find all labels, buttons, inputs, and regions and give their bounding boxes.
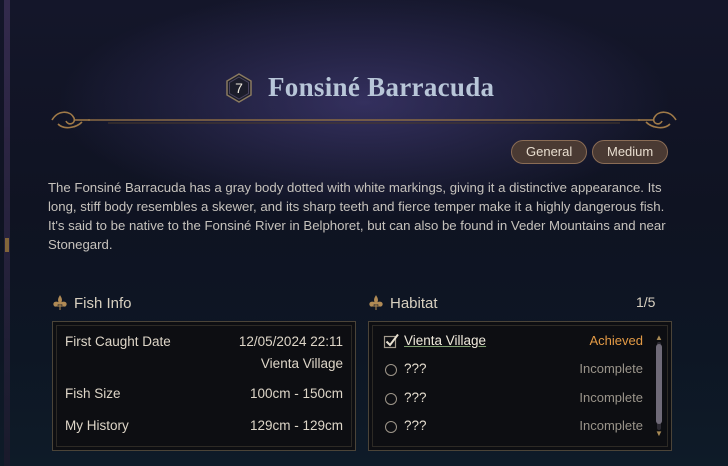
fleur-de-lis-icon — [53, 295, 67, 310]
my-history-label: My History — [65, 418, 129, 433]
first-caught-place: Vienta Village — [260, 356, 343, 371]
habitat-name: ??? — [404, 418, 427, 433]
fish-info-label: Fish Info — [74, 294, 132, 312]
habitat-progress-count: 1/5 — [636, 294, 656, 310]
checkmark-icon — [383, 333, 399, 349]
level-badge: 7 — [224, 73, 254, 103]
habitat-label: Habitat — [390, 294, 438, 312]
habitat-item[interactable]: Vienta Village Achieved — [383, 331, 645, 353]
habitat-status: Incomplete — [579, 361, 643, 376]
habitat-item[interactable]: ??? Incomplete — [383, 388, 645, 410]
fish-description: The Fonsiné Barracuda has a gray body do… — [48, 180, 666, 252]
first-caught-label: First Caught Date — [65, 334, 171, 349]
habitat-item[interactable]: ??? Incomplete — [383, 359, 645, 381]
fish-info-panel: First Caught Date 12/05/2024 22:11 Vient… — [52, 321, 356, 451]
habitat-name: ??? — [404, 390, 427, 405]
level-number: 7 — [235, 80, 243, 96]
habitat-status: Incomplete — [579, 418, 643, 433]
habitat-panel: Vienta Village Achieved ??? Incomplete ?… — [368, 321, 672, 451]
fish-size-label: Fish Size — [65, 386, 121, 401]
title-banner: 7 Fonsiné Barracuda — [0, 60, 728, 130]
first-caught-date: 12/05/2024 22:11 — [238, 334, 343, 349]
my-history-value: 129cm - 129cm — [249, 418, 343, 433]
scroll-down-icon[interactable]: ▼ — [655, 430, 663, 438]
radio-icon — [385, 421, 397, 433]
habitat-heading: Habitat — [368, 293, 438, 313]
scroll-up-icon[interactable]: ▲ — [655, 334, 663, 342]
fish-info-heading: Fish Info — [52, 293, 132, 313]
scroll-thumb[interactable] — [656, 344, 662, 424]
radio-icon — [385, 364, 397, 376]
habitat-name: ??? — [404, 361, 427, 376]
fleur-de-lis-icon — [369, 295, 383, 310]
habitat-scrollbar[interactable]: ▲ ▼ — [655, 334, 663, 438]
ornamental-divider — [51, 111, 677, 129]
habitat-status: Achieved — [589, 333, 643, 348]
habitat-status: Incomplete — [579, 390, 643, 405]
habitat-name[interactable]: Vienta Village — [404, 333, 486, 348]
fish-size-value: 100cm - 150cm — [249, 386, 343, 401]
fish-name-title: Fonsiné Barracuda — [268, 72, 495, 102]
tag-medium: Medium — [592, 140, 669, 164]
tag-general: General — [511, 140, 588, 164]
habitat-item[interactable]: ??? Incomplete — [383, 416, 645, 438]
radio-icon — [385, 393, 397, 405]
